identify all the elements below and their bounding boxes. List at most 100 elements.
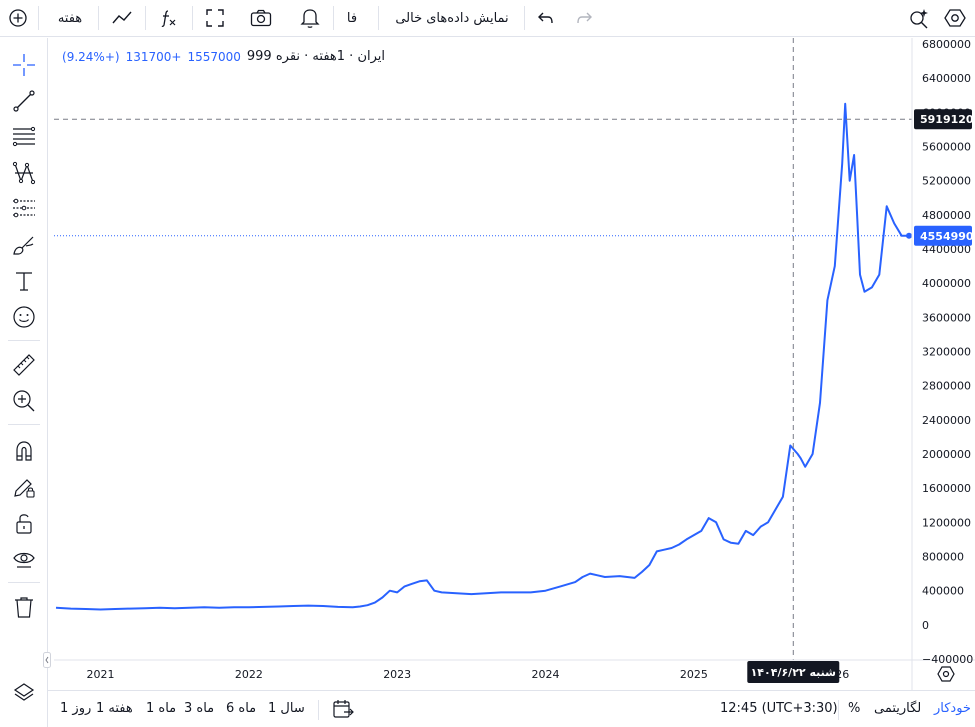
log-toggle[interactable]: لگاریتمی [874, 701, 921, 716]
undo-icon [538, 12, 553, 24]
range-1w[interactable]: هفته 1 [96, 701, 133, 716]
pencil-lock-icon [14, 479, 35, 498]
layers-icon [13, 683, 35, 701]
fullscreen-icon [206, 9, 224, 27]
patterns-tool[interactable] [8, 158, 40, 188]
object-tree-button[interactable] [8, 678, 40, 708]
price-tick-label: 5600000 [922, 141, 971, 154]
price-tick-label: 2800000 [922, 380, 971, 393]
toolbar-divider [8, 424, 40, 425]
range-1m[interactable]: ماه 1 [146, 701, 176, 716]
time-tick-label: 2022 [235, 668, 263, 681]
legend-last-value: 1557000 [187, 49, 241, 64]
calendar-arrow-icon [333, 700, 354, 718]
unlock-icon [16, 514, 32, 534]
redo-icon [577, 12, 592, 24]
toolbar-divider [145, 6, 146, 30]
price-tick-label: 4800000 [922, 209, 971, 222]
undo-button[interactable] [534, 6, 558, 30]
chart-pane[interactable]: 6800000640000060000005600000520000048000… [54, 38, 975, 690]
forecast-tool[interactable] [8, 194, 40, 224]
toolbar-divider [333, 6, 334, 30]
emoji-tool[interactable] [8, 302, 40, 332]
text-tool[interactable] [8, 266, 40, 296]
last-price-label: 4554990 [920, 230, 974, 243]
chart-type-button[interactable] [108, 6, 136, 30]
brush-tool[interactable] [8, 230, 40, 260]
indicators-button[interactable] [155, 6, 183, 30]
price-tick-label: 6400000 [922, 72, 971, 85]
function-icon [161, 10, 176, 27]
top-toolbar: هفته فا نمایش داده‌های خالی [0, 0, 975, 37]
crosshair-date-label: شنبه ۱۴۰۴/۶/۲۲ [751, 666, 836, 679]
pattern-icon [12, 161, 36, 185]
lock-drawings-tool[interactable] [8, 472, 40, 502]
toolbar-divider [8, 582, 40, 583]
search-sparkle-icon [910, 9, 928, 29]
time-tick-label: 2021 [87, 668, 115, 681]
legend-change-pct: (+9.24%) [62, 49, 120, 64]
screenshot-button[interactable] [248, 6, 274, 30]
price-tick-label: 6800000 [922, 38, 971, 51]
range-1d[interactable]: روز 1 [60, 701, 91, 716]
time-tick-label: 2025 [680, 668, 708, 681]
drawing-toolbar [0, 38, 51, 727]
add-symbol-button[interactable] [6, 6, 30, 30]
auto-scale-toggle[interactable]: خودکار [934, 701, 971, 716]
camera-icon [250, 9, 272, 27]
crosshair-tool[interactable] [8, 50, 40, 80]
show-empty-data-button[interactable]: نمایش داده‌های خالی [388, 6, 516, 30]
toolbar-divider [378, 6, 379, 30]
percent-toggle[interactable]: % [848, 701, 860, 716]
toolbar-divider [8, 340, 40, 341]
alert-button[interactable] [298, 6, 322, 30]
redo-button[interactable] [572, 6, 596, 30]
magnet-tool[interactable] [8, 436, 40, 466]
toolbar-divider [318, 700, 319, 720]
price-tick-label: 5200000 [922, 175, 971, 188]
brush-icon [13, 236, 34, 255]
bottom-toolbar: روز 1 هفته 1 ماه 1 ماه 3 ماه 6 سال 1 12:… [48, 690, 975, 727]
remove-drawings-tool[interactable] [8, 592, 40, 622]
price-chart[interactable]: 6800000640000060000005600000520000048000… [54, 38, 975, 690]
date-range-button[interactable] [332, 699, 354, 719]
trend-line-tool[interactable] [8, 86, 40, 116]
crosshair-price-label: 5919120 [920, 113, 974, 126]
price-tick-label: 1200000 [922, 516, 971, 529]
fib-tool[interactable] [8, 122, 40, 152]
language-button[interactable]: فا [342, 6, 362, 30]
trend-line-icon [13, 90, 35, 112]
zoom-in-tool[interactable] [8, 386, 40, 416]
fullscreen-button[interactable] [202, 6, 228, 30]
smiley-icon [13, 306, 35, 328]
price-tick-label: 3600000 [922, 311, 971, 324]
magnet-icon [16, 441, 32, 461]
settings-button[interactable] [942, 6, 968, 30]
collapse-toolbar-handle[interactable] [42, 648, 52, 672]
legend-symbol[interactable]: ایران · 1هفته · نقره 999 [247, 49, 385, 64]
forecast-icon [13, 198, 35, 218]
range-3m[interactable]: ماه 3 [184, 701, 214, 716]
price-tick-label: 400000 [922, 585, 964, 598]
time-tick-label: 2024 [532, 668, 560, 681]
crosshair-icon [13, 54, 35, 76]
price-tick-label: 4000000 [922, 277, 971, 290]
range-6m[interactable]: ماه 6 [226, 701, 256, 716]
visibility-tool[interactable] [8, 544, 40, 574]
symbol-legend: ایران · 1هفته · نقره 999 1557000 +131700… [62, 49, 385, 64]
trash-icon [15, 597, 33, 618]
line-chart-icon [112, 11, 132, 24]
timezone-clock[interactable]: 12:45 (UTC+3:30) [720, 701, 838, 716]
measure-tool[interactable] [8, 350, 40, 380]
zoom-in-icon [13, 390, 35, 412]
quick-search-button[interactable] [906, 6, 932, 30]
price-tick-label: 1600000 [922, 482, 971, 495]
range-1y[interactable]: سال 1 [268, 701, 305, 716]
lock-all-tool[interactable] [8, 508, 40, 538]
interval-button[interactable]: هفته [50, 6, 90, 30]
toolbar-divider [838, 700, 839, 720]
price-tick-label: 0 [922, 619, 929, 632]
bell-icon [300, 9, 320, 28]
horizontal-lines-icon [12, 126, 36, 147]
gear-icon [944, 9, 966, 27]
